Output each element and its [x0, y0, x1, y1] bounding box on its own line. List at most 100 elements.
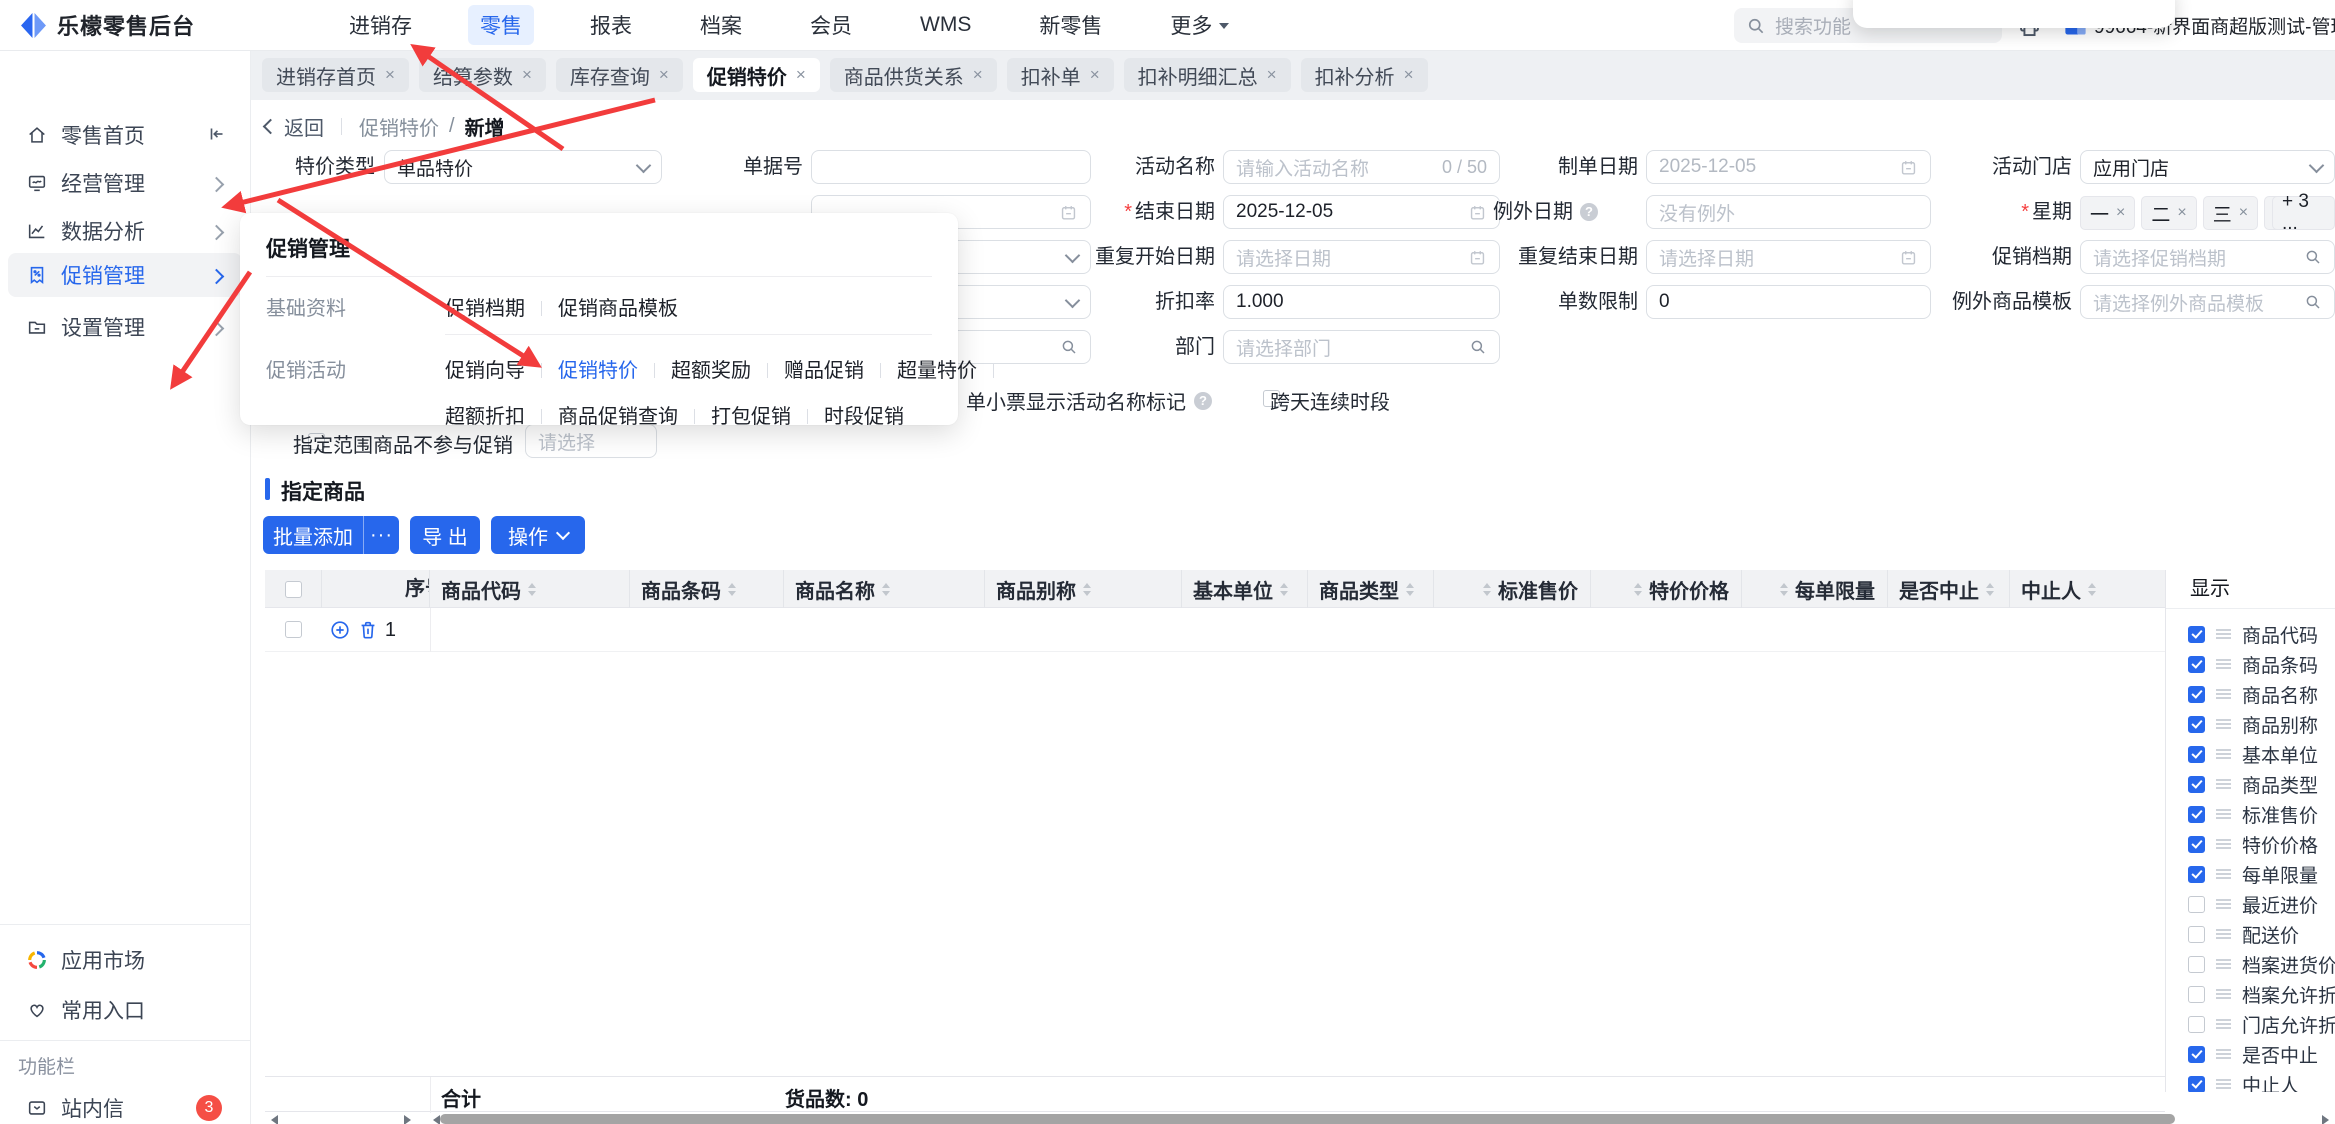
- drag-handle-icon[interactable]: [2216, 868, 2231, 880]
- col-header[interactable]: 特价价格: [1591, 570, 1742, 608]
- scroll-right-icon[interactable]: [404, 1115, 416, 1124]
- popup-menu-link[interactable]: 促销特价: [558, 360, 638, 382]
- col-header[interactable]: 中止人: [2010, 570, 2165, 608]
- col-header[interactable]: 标准售价: [1434, 570, 1591, 608]
- column-visibility-checkbox[interactable]: [2188, 806, 2205, 823]
- col-header[interactable]: 商品代码: [430, 570, 630, 608]
- sort-icon[interactable]: [1406, 583, 1414, 596]
- popup-menu-link[interactable]: 促销商品模板: [558, 298, 678, 320]
- activity-name-input[interactable]: 请输入活动名称 0 / 50: [1223, 150, 1500, 184]
- popup-menu-link[interactable]: 超量特价: [897, 360, 977, 382]
- column-visibility-checkbox[interactable]: [2188, 896, 2205, 913]
- popup-menu-link[interactable]: 打包促销: [711, 406, 791, 428]
- sort-icon[interactable]: [728, 583, 736, 596]
- col-header[interactable]: 是否中止: [1888, 570, 2010, 608]
- column-visibility-checkbox[interactable]: [2188, 1016, 2205, 1033]
- remove-tag-icon[interactable]: ×: [2177, 204, 2186, 222]
- sort-icon[interactable]: [1986, 583, 1994, 596]
- drag-handle-icon[interactable]: [2216, 778, 2231, 790]
- week-tag[interactable]: 一×: [2080, 196, 2135, 230]
- select-all-checkbox[interactable]: [285, 581, 302, 598]
- nav-menu-item[interactable]: WMS: [908, 5, 983, 45]
- page-tab[interactable]: 库存查询×: [556, 58, 683, 92]
- back-icon[interactable]: [263, 118, 279, 134]
- doc-no-input[interactable]: [811, 150, 1091, 184]
- export-button[interactable]: 导 出: [410, 516, 480, 554]
- page-tab[interactable]: 商品供货关系×: [830, 58, 997, 92]
- discount-rate-input[interactable]: 1.000: [1223, 285, 1500, 319]
- col-header[interactable]: 商品类型: [1308, 570, 1434, 608]
- drag-handle-icon[interactable]: [2216, 808, 2231, 820]
- page-tab[interactable]: 进销存首页×: [262, 58, 409, 92]
- exception-template-input[interactable]: 请选择例外商品模板: [2080, 285, 2335, 319]
- column-visibility-checkbox[interactable]: [2188, 656, 2205, 673]
- row-checkbox[interactable]: [285, 621, 302, 638]
- popup-menu-link[interactable]: 促销向导: [445, 360, 525, 382]
- collapse-sidebar-icon[interactable]: [206, 123, 228, 145]
- drag-handle-icon[interactable]: [2216, 928, 2231, 940]
- close-icon[interactable]: ×: [796, 65, 806, 85]
- repeat-start-input[interactable]: 请选择日期: [1223, 240, 1500, 274]
- breadcrumb-parent[interactable]: 促销特价: [359, 112, 439, 141]
- close-icon[interactable]: ×: [385, 65, 395, 85]
- exclude-range-input[interactable]: 请选择: [525, 424, 657, 458]
- page-tab[interactable]: 促销特价×: [693, 58, 820, 92]
- exception-date-input[interactable]: 没有例外: [1646, 195, 1931, 229]
- column-visibility-checkbox[interactable]: [2188, 746, 2205, 763]
- popup-menu-link[interactable]: 赠品促销: [784, 360, 864, 382]
- drag-handle-icon[interactable]: [2216, 898, 2231, 910]
- col-header[interactable]: 每单限量: [1742, 570, 1888, 608]
- batch-add-button[interactable]: 批量添加 ···: [263, 516, 399, 554]
- nav-menu-item[interactable]: 更多: [1158, 5, 1241, 45]
- horizontal-scrollbar[interactable]: [440, 1114, 2175, 1124]
- batch-add-more-button[interactable]: ···: [364, 516, 399, 554]
- help-icon[interactable]: ?: [1194, 392, 1212, 410]
- back-link[interactable]: 返回: [284, 112, 324, 141]
- page-tab[interactable]: 扣补单×: [1007, 58, 1114, 92]
- drag-handle-icon[interactable]: [2216, 658, 2231, 670]
- sidebar-item-favorites[interactable]: 常用入口: [0, 988, 250, 1032]
- popup-menu-link[interactable]: 时段促销: [824, 406, 904, 428]
- drag-handle-icon[interactable]: [2216, 1048, 2231, 1060]
- close-icon[interactable]: ×: [1267, 65, 1277, 85]
- sort-icon[interactable]: [1483, 583, 1491, 596]
- close-icon[interactable]: ×: [659, 65, 669, 85]
- sort-icon[interactable]: [528, 583, 536, 596]
- column-visibility-checkbox[interactable]: [2188, 956, 2205, 973]
- special-type-select[interactable]: 单品特价: [384, 150, 662, 184]
- sort-icon[interactable]: [1634, 583, 1642, 596]
- drag-handle-icon[interactable]: [2216, 958, 2231, 970]
- column-visibility-checkbox[interactable]: [2188, 836, 2205, 853]
- promo-schedule-input[interactable]: 请选择促销档期: [2080, 240, 2335, 274]
- drag-handle-icon[interactable]: [2216, 988, 2231, 1000]
- department-input[interactable]: 请选择部门: [1223, 330, 1500, 364]
- drag-handle-icon[interactable]: [2216, 718, 2231, 730]
- column-visibility-checkbox[interactable]: [2188, 866, 2205, 883]
- col-header[interactable]: 商品条码: [630, 570, 784, 608]
- close-icon[interactable]: ×: [1090, 65, 1100, 85]
- column-visibility-checkbox[interactable]: [2188, 986, 2205, 1003]
- column-visibility-checkbox[interactable]: [2188, 686, 2205, 703]
- close-icon[interactable]: ×: [973, 65, 983, 85]
- activity-store-select[interactable]: 应用门店: [2080, 150, 2335, 184]
- close-icon[interactable]: ×: [1404, 65, 1414, 85]
- nav-menu-item[interactable]: 进销存: [337, 5, 424, 45]
- sort-icon[interactable]: [1083, 583, 1091, 596]
- column-visibility-checkbox[interactable]: [2188, 1076, 2205, 1093]
- scroll-right-icon[interactable]: [2322, 1115, 2334, 1124]
- remove-tag-icon[interactable]: ×: [2116, 204, 2125, 222]
- drag-handle-icon[interactable]: [2216, 628, 2231, 640]
- nav-menu-item[interactable]: 报表: [578, 5, 644, 45]
- col-header-index[interactable]: 序号: [322, 570, 430, 608]
- scroll-left-icon[interactable]: [266, 1115, 278, 1124]
- close-icon[interactable]: ×: [522, 65, 532, 85]
- nav-menu-item[interactable]: 会员: [798, 5, 864, 45]
- remove-tag-icon[interactable]: ×: [2239, 204, 2248, 222]
- drag-handle-icon[interactable]: [2216, 1018, 2231, 1030]
- popup-menu-link[interactable]: 超额奖励: [671, 360, 751, 382]
- sidebar-item-app-market[interactable]: 应用市场: [0, 938, 250, 982]
- action-button[interactable]: 操作: [491, 516, 585, 554]
- week-tag[interactable]: 三×: [2203, 196, 2258, 230]
- week-tag[interactable]: 二×: [2141, 196, 2196, 230]
- col-header[interactable]: 基本单位: [1182, 570, 1308, 608]
